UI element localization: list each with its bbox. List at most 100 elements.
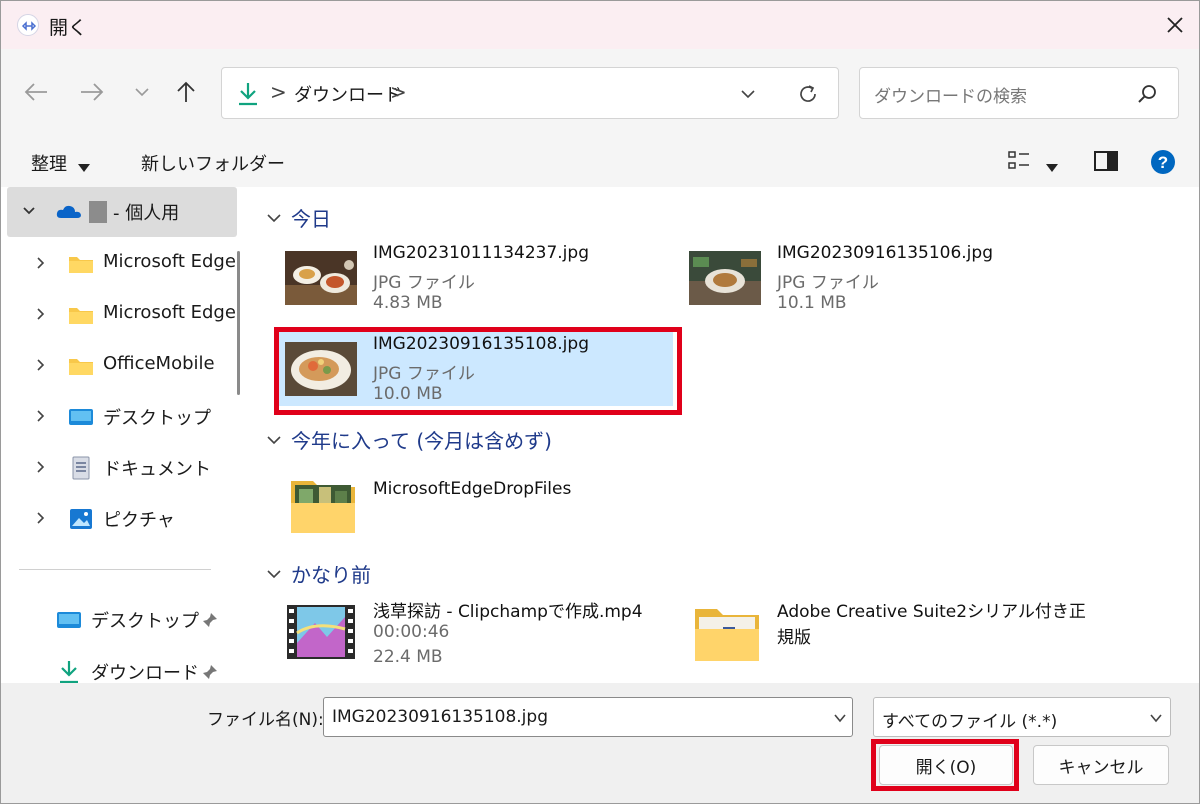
chevron-right-icon[interactable] — [33, 459, 49, 475]
sidebar-item-pictures[interactable]: ピクチャ — [1, 496, 237, 542]
chevron-right-icon[interactable] — [33, 357, 49, 373]
folder-icon — [693, 603, 761, 663]
folder-item[interactable]: Adobe Creative Suite2シリアル付き正 規版 — [681, 595, 1086, 669]
caret-down-icon[interactable] — [1045, 157, 1059, 172]
sidebar-pinned-desktop[interactable]: デスクトップ — [1, 597, 237, 643]
sidebar-item-desktop[interactable]: デスクトップ — [1, 394, 237, 440]
window-title: 開く — [49, 17, 88, 39]
group-header-long-ago[interactable]: かなり前 — [265, 559, 371, 588]
file-type-value: すべてのファイル (*.*) — [882, 712, 1058, 732]
chevron-down-icon[interactable] — [832, 710, 848, 726]
download-icon — [55, 660, 83, 683]
search-placeholder: ダウンロードの検索 — [874, 87, 1027, 107]
search-box[interactable]: ダウンロードの検索 — [859, 67, 1179, 119]
navigation-pane: - 個人用 Microsoft Edge Microsoft Edge Offi… — [1, 187, 249, 683]
breadcrumb-downloads[interactable]: ダウンロード — [294, 81, 402, 107]
help-icon[interactable]: ? — [1150, 149, 1176, 175]
folder-name: MicrosoftEdgeDropFiles — [373, 479, 572, 499]
back-icon[interactable] — [21, 77, 51, 107]
sidebar-item-officemobile[interactable]: OfficeMobile — [1, 343, 237, 389]
sidebar-item-label: デスクトップ — [91, 611, 199, 632]
sidebar-item-microsoft-edge[interactable]: Microsoft Edge — [1, 241, 237, 287]
dialog-footer: ファイル名(N): IMG20230916135108.jpg すべてのファイル… — [1, 683, 1199, 803]
pin-icon[interactable] — [201, 663, 219, 681]
file-list: 今日 IMG20231011134237.jpg JPG ファイル 4.83 M… — [249, 187, 1199, 683]
file-item[interactable]: IMG20231011134237.jpg JPG ファイル 4.83 MB — [277, 241, 673, 315]
desktop-icon — [55, 608, 83, 632]
pin-icon[interactable] — [201, 611, 219, 629]
preview-pane-icon[interactable] — [1094, 150, 1118, 172]
app-icon — [17, 14, 39, 36]
download-icon — [236, 81, 260, 107]
file-size: 10.1 MB — [777, 293, 847, 313]
search-icon[interactable] — [1136, 82, 1160, 106]
sidebar-scrollbar[interactable] — [237, 251, 240, 395]
chevron-down-icon[interactable] — [1148, 710, 1164, 726]
cancel-button[interactable]: キャンセル — [1033, 745, 1169, 785]
group-header-today[interactable]: 今日 — [265, 203, 331, 232]
forward-icon[interactable] — [77, 77, 107, 107]
new-folder-button[interactable]: 新しいフォルダー — [141, 150, 285, 176]
onedrive-cloud-icon — [55, 200, 83, 224]
highlight-box — [871, 739, 1019, 791]
highlight-box — [274, 327, 682, 415]
sidebar-item-documents[interactable]: ドキュメント — [1, 445, 237, 491]
view-options-icon[interactable] — [1007, 149, 1031, 173]
pictures-icon — [67, 507, 95, 531]
image-thumbnail — [285, 251, 357, 305]
svg-text:?: ? — [1158, 153, 1168, 172]
sidebar-item-label: OfficeMobile — [103, 353, 215, 374]
video-thumbnail-icon — [285, 603, 357, 661]
sidebar-divider — [19, 569, 211, 570]
chevron-right-icon[interactable] — [33, 306, 49, 322]
redacted-name-block — [89, 201, 107, 223]
sidebar-item-label: ダウンロード — [91, 663, 199, 683]
chevron-right-icon[interactable] — [33, 255, 49, 271]
command-bar: 整理 新しいフォルダー ? — [1, 137, 1199, 187]
sidebar-item-microsoft-edge-2[interactable]: Microsoft Edge — [1, 292, 237, 338]
chevron-right-icon[interactable] — [33, 408, 49, 424]
video-duration: 00:00:46 — [373, 622, 450, 642]
folder-icon — [289, 475, 357, 535]
file-type: JPG ファイル — [373, 273, 475, 293]
chevron-down-icon[interactable] — [21, 203, 37, 219]
open-file-dialog: 開く > ダウンロード > ダウンロードの検索 整理 新しいフォルダー ? - … — [0, 0, 1200, 804]
filename-label: ファイル名(N): — [207, 710, 324, 730]
folder-name-line2: 規版 — [777, 628, 811, 648]
address-bar[interactable]: > ダウンロード > — [221, 67, 839, 119]
file-name: IMG20231011134237.jpg — [373, 243, 589, 263]
chevron-down-icon[interactable] — [265, 430, 283, 448]
title-bar: 開く — [1, 1, 1199, 49]
sidebar-item-label: ピクチャ — [103, 510, 175, 531]
sidebar-row-onedrive[interactable]: - 個人用 — [1, 189, 237, 235]
chevron-down-icon[interactable] — [265, 564, 283, 582]
breadcrumb-separator[interactable]: > — [390, 80, 407, 104]
recent-locations-chevron-down-icon[interactable] — [127, 77, 157, 107]
sidebar-pinned-downloads[interactable]: ダウンロード — [1, 649, 237, 683]
filename-value[interactable]: IMG20230916135108.jpg — [332, 707, 548, 727]
sidebar-item-label: - 個人用 — [113, 203, 180, 224]
folder-icon — [67, 354, 95, 378]
file-size: 22.4 MB — [373, 647, 443, 667]
organize-button[interactable]: 整理 — [31, 150, 67, 176]
file-size: 4.83 MB — [373, 293, 443, 313]
filename-input[interactable]: IMG20230916135108.jpg — [323, 697, 853, 737]
folder-item[interactable]: MicrosoftEdgeDropFiles — [277, 469, 673, 543]
chevron-down-icon[interactable] — [265, 208, 283, 226]
up-icon[interactable] — [171, 77, 201, 107]
folder-name: Adobe Creative Suite2シリアル付き正 — [777, 602, 1086, 622]
documents-icon — [67, 456, 95, 480]
sidebar-item-label: Microsoft Edge — [103, 302, 236, 323]
group-header-this-year[interactable]: 今年に入って (今月は含めず) — [265, 425, 552, 454]
file-item[interactable]: IMG20230916135106.jpg JPG ファイル 10.1 MB — [681, 241, 1077, 315]
chevron-right-icon[interactable] — [33, 510, 49, 526]
image-thumbnail — [689, 251, 761, 305]
refresh-icon[interactable] — [796, 82, 820, 106]
close-icon[interactable] — [1161, 11, 1189, 39]
file-type-select[interactable]: すべてのファイル (*.*) — [873, 697, 1171, 737]
sidebar-item-label: ドキュメント — [103, 459, 211, 480]
video-file-item[interactable]: 浅草探訪 - Clipchampで作成.mp4 00:00:46 22.4 MB — [277, 595, 673, 669]
caret-down-icon[interactable] — [77, 157, 91, 172]
breadcrumb-separator: > — [270, 80, 287, 104]
address-history-chevron-down-icon[interactable] — [738, 84, 758, 104]
